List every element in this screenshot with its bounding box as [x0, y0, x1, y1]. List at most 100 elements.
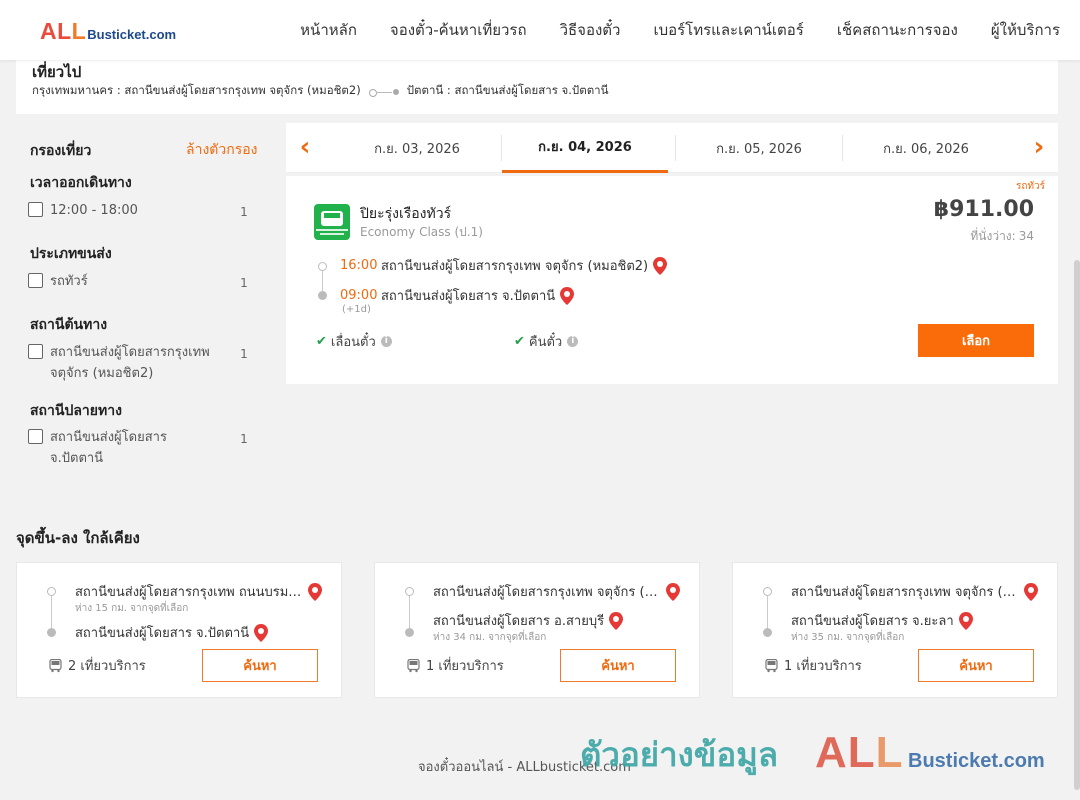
count-badge: 1 [232, 200, 256, 224]
nearby-to-distance: ห่าง 35 กม. จากจุดที่เลือก [791, 632, 905, 643]
nearby-to: สถานีขนส่งผู้โดยสาร อ.สายบุรี [433, 610, 624, 631]
nearby-trips: 1 เที่ยวบริการ [765, 655, 862, 676]
departure-station: สถานีขนส่งผู้โดยสารกรุงเทพ จตุจักร (หมอช… [381, 259, 649, 274]
info-icon[interactable]: i [567, 336, 579, 347]
map-pin-icon[interactable] [254, 623, 269, 642]
seats-count: 34 [1018, 229, 1034, 243]
route-timeline [763, 587, 773, 637]
feature-label: เลื่อนตั๋ว [330, 335, 376, 350]
nearby-card: สถานีขนส่งผู้โดยสารกรุงเทพ จตุจักร (หมอช… [732, 562, 1058, 698]
nav-home[interactable]: หน้าหลัก [300, 18, 357, 42]
filter-option-time[interactable]: 12:00 - 18:00 1 [28, 200, 256, 224]
filter-option-destination[interactable]: สถานีขนส่งผู้โดยสาร จ.ปัตตานี 1 [28, 427, 256, 469]
date-tab[interactable]: ก.ย. 03, 2026 [334, 123, 500, 173]
nearby-from: สถานีขนส่งผู้โดยสารกรุงเทพ จตุจักร (หมอช… [791, 581, 1038, 602]
operator-logo [314, 204, 350, 240]
nearby-search-button[interactable]: ค้นหา [202, 649, 318, 682]
filter-title: กรองเที่ยว [30, 143, 92, 159]
bus-class: Economy Class (ป.1) [360, 225, 483, 239]
map-pin-icon[interactable] [666, 582, 680, 601]
nearby-trips: 2 เที่ยวบริการ [49, 655, 146, 676]
info-icon[interactable]: i [380, 336, 392, 347]
operator-name: ปิยะรุ่งเรืองทัวร์ [360, 206, 452, 222]
arrival-time: 09:00 [340, 288, 378, 303]
nearby-to: สถานีขนส่งผู้โดยสาร จ.ยะลา [791, 610, 973, 631]
logo-all-b: L [71, 18, 87, 44]
nearby-search-button[interactable]: ค้นหา [560, 649, 676, 682]
nav-operators[interactable]: ผู้ให้บริการ [991, 18, 1060, 42]
nearby-search-button[interactable]: ค้นหา [918, 649, 1034, 682]
feature-refund: ✔ คืนตั๋ว i [514, 331, 579, 352]
trip-route: กรุงเทพมหานคร : สถานีขนส่งผู้โดยสารกรุงเ… [32, 82, 608, 100]
date-tab-active[interactable]: ก.ย. 04, 2026 [502, 123, 668, 173]
seats-available: ที่นั่งว่าง: 34 [970, 227, 1034, 246]
price: ฿911.00 [933, 197, 1034, 222]
map-pin-icon[interactable] [958, 611, 973, 630]
nearby-trips: 1 เที่ยวบริการ [407, 655, 504, 676]
trip-count: 2 เที่ยวบริการ [68, 659, 146, 674]
top-header: ALL Busticket.com หน้าหลัก จองตั๋ว-ค้นหา… [0, 0, 1080, 60]
nearby-from-station: สถานีขนส่งผู้โดยสารกรุงเทพ จตุจักร (หมอช… [433, 585, 661, 600]
map-pin-icon[interactable] [609, 611, 624, 630]
nearby-to: สถานีขนส่งผู้โดยสาร จ.ปัตตานี [75, 622, 269, 643]
trip-origin: กรุงเทพมหานคร : สถานีขนส่งผู้โดยสารกรุงเ… [32, 83, 361, 97]
filter-option-label: รถทัวร์ [50, 274, 88, 289]
date-tabs: ‹ ก.ย. 03, 2026 ก.ย. 04, 2026 ก.ย. 05, 2… [286, 123, 1058, 173]
departure-row: 16:00 สถานีขนส่งผู้โดยสารกรุงเทพ จตุจักร… [340, 255, 668, 276]
nearby-from: สถานีขนส่งผู้โดยสารกรุงเทพ จตุจักร (หมอช… [433, 581, 680, 602]
nearby-to-station: สถานีขนส่งผู้โดยสาร จ.ปัตตานี [75, 626, 250, 641]
select-trip-button[interactable]: เลือก [918, 324, 1034, 357]
route-timeline [47, 587, 57, 637]
watermark-logo-text: Busticket.com [908, 750, 1045, 772]
chevron-left-icon[interactable]: ‹ [294, 134, 316, 161]
checkbox[interactable] [28, 273, 43, 288]
filter-option-origin[interactable]: สถานีขนส่งผู้โดยสารกรุงเทพ จตุจักร (หมอช… [28, 342, 256, 384]
count-badge: 1 [232, 427, 256, 451]
filter-group-destination-station: สถานีปลายทาง [30, 403, 122, 419]
map-pin-icon[interactable] [653, 256, 668, 275]
map-pin-icon[interactable] [560, 286, 575, 305]
trip-count: 1 เที่ยวบริการ [426, 659, 504, 674]
check-icon: ✔ [316, 334, 327, 349]
filter-option-label: สถานีขนส่งผู้โดยสาร จ.ปัตตานี [50, 430, 167, 466]
nav-contact[interactable]: เบอร์โทรและเคาน์เตอร์ [653, 18, 803, 42]
nearby-to-station: สถานีขนส่งผู้โดยสาร จ.ยะลา [791, 614, 954, 629]
date-tab[interactable]: ก.ย. 05, 2026 [676, 123, 842, 173]
map-pin-icon[interactable] [308, 582, 322, 601]
nearby-card: สถานีขนส่งผู้โดยสารกรุงเทพ ถนนบรมราชชนนี… [16, 562, 342, 698]
count-badge: 1 [232, 271, 256, 295]
bus-icon [765, 658, 778, 673]
seats-label: ที่นั่งว่าง: [970, 229, 1016, 243]
checkbox[interactable] [28, 202, 43, 217]
filter-group-origin-station: สถานีต้นทาง [30, 317, 108, 333]
watermark-all-b: L [875, 728, 904, 777]
nav-booking-status[interactable]: เช็คสถานะการจอง [837, 18, 958, 42]
chevron-right-icon[interactable]: › [1028, 134, 1050, 161]
bus-icon [407, 658, 420, 673]
trip-destination: ปัตตานี : สถานีขนส่งผู้โดยสาร จ.ปัตตานี [406, 83, 609, 97]
checkbox[interactable] [28, 429, 43, 444]
logo-all-a: AL [40, 18, 72, 44]
route-timeline [405, 587, 415, 637]
clear-filters-link[interactable]: ล้างตัวกรอง [186, 139, 257, 161]
filter-group-transport-type: ประเภทขนส่ง [30, 246, 112, 262]
feature-reschedule: ✔ เลื่อนตั๋ว i [316, 331, 392, 352]
transport-tag: รถทัวร์ [1015, 181, 1045, 192]
filter-option-label: 12:00 - 18:00 [50, 203, 138, 218]
nav-how-to[interactable]: วิธีจองตั๋ว [560, 18, 621, 42]
arrival-station: สถานีขนส่งผู้โดยสาร จ.ปัตตานี [381, 289, 556, 304]
departure-time: 16:00 [340, 258, 378, 273]
nav-book[interactable]: จองตั๋ว-ค้นหาเที่ยวรถ [390, 18, 527, 42]
trip-summary: เที่ยวไป กรุงเทพมหานคร : สถานีขนส่งผู้โด… [16, 56, 1058, 114]
nearby-from-station: สถานีขนส่งผู้โดยสารกรุงเทพ ถนนบรมราชชนนี [75, 585, 303, 600]
checkbox[interactable] [28, 344, 43, 359]
scrollbar[interactable] [1074, 260, 1080, 790]
filter-option-transport[interactable]: รถทัวร์ 1 [28, 271, 256, 295]
arrival-row: 09:00 สถานีขนส่งผู้โดยสาร จ.ปัตตานี [340, 285, 575, 306]
date-tab[interactable]: ก.ย. 06, 2026 [843, 123, 1009, 173]
nearby-card: สถานีขนส่งผู้โดยสารกรุงเทพ จตุจักร (หมอช… [374, 562, 700, 698]
nearby-from: สถานีขนส่งผู้โดยสารกรุงเทพ ถนนบรมราชชนนี [75, 581, 322, 602]
map-pin-icon[interactable] [1024, 582, 1038, 601]
site-logo[interactable]: ALL Busticket.com [40, 18, 176, 45]
main-nav: หน้าหลัก จองตั๋ว-ค้นหาเที่ยวรถ วิธีจองตั… [267, 0, 1060, 60]
